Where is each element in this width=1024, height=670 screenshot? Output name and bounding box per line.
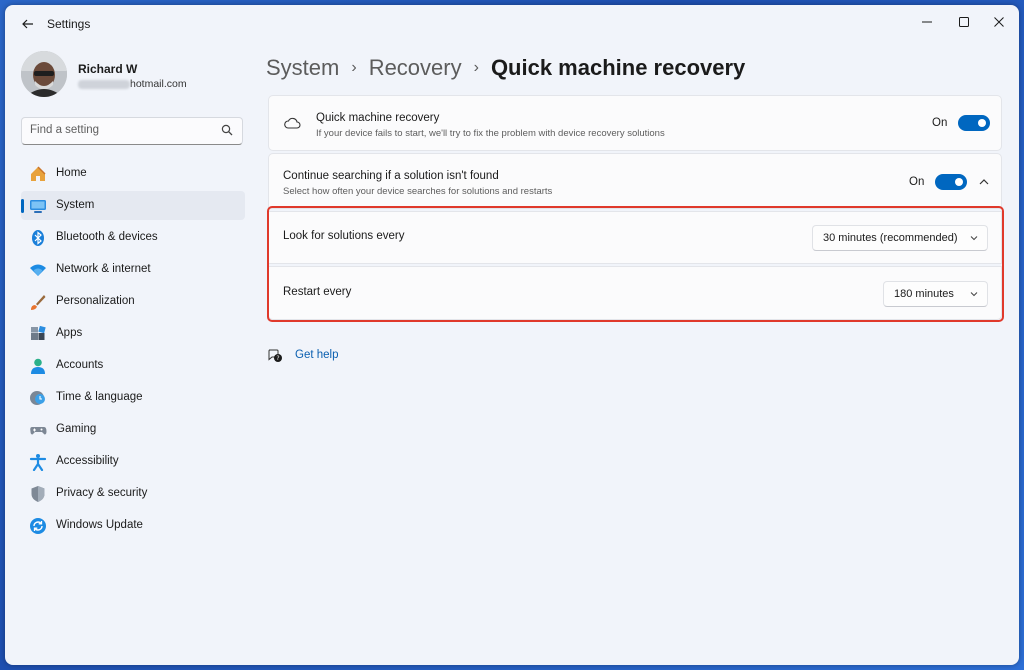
sidebar-item-label: System bbox=[56, 199, 95, 211]
sidebar-item-personalization[interactable]: Personalization bbox=[21, 287, 245, 316]
sidebar-item-accounts[interactable]: Accounts bbox=[21, 351, 245, 380]
qmr-toggle[interactable] bbox=[958, 115, 990, 131]
search-placeholder: Find a setting bbox=[30, 124, 100, 136]
sidebar-item-gaming[interactable]: Gaming bbox=[21, 415, 245, 444]
restart-every-label: Restart every bbox=[283, 286, 352, 298]
get-help-label: Get help bbox=[295, 349, 339, 361]
wifi-icon bbox=[30, 264, 46, 276]
minimize-button[interactable] bbox=[911, 9, 943, 35]
back-button[interactable] bbox=[19, 15, 37, 33]
qmr-toggle-state: On bbox=[932, 117, 948, 129]
sidebar-item-apps[interactable]: Apps bbox=[21, 319, 245, 348]
brush-icon bbox=[31, 295, 46, 310]
sidebar-item-label: Apps bbox=[56, 327, 83, 339]
controller-icon bbox=[30, 427, 47, 435]
sidebar-item-label: Privacy & security bbox=[56, 487, 148, 499]
sidebar-item-label: Accounts bbox=[56, 359, 104, 371]
chevron-up-icon[interactable] bbox=[978, 177, 990, 187]
look-for-solutions-label: Look for solutions every bbox=[283, 230, 405, 242]
sidebar-item-label: Network & internet bbox=[56, 263, 151, 275]
chevron-right-icon: › bbox=[351, 59, 357, 76]
sidebar-item-label: Personalization bbox=[56, 295, 135, 307]
shield-icon bbox=[31, 486, 45, 502]
help-chat-icon: ? bbox=[268, 349, 282, 362]
close-icon bbox=[994, 17, 1004, 27]
user-email: hotmail.com bbox=[78, 78, 187, 90]
maximize-button[interactable] bbox=[948, 9, 980, 35]
svg-text:?: ? bbox=[276, 355, 279, 362]
search-input[interactable]: Find a setting bbox=[21, 117, 243, 145]
cloud-icon bbox=[284, 117, 301, 129]
look-for-solutions-row: Look for solutions every 30 minutes (rec… bbox=[268, 211, 1002, 264]
sidebar-item-accessibility[interactable]: Accessibility bbox=[21, 447, 245, 476]
continue-subtitle: Select how often your device searches fo… bbox=[283, 186, 553, 197]
user-email-domain: hotmail.com bbox=[130, 78, 187, 90]
person-icon bbox=[31, 358, 45, 374]
maximize-icon bbox=[959, 17, 969, 27]
restart-every-row: Restart every 180 minutes bbox=[268, 266, 1002, 320]
restart-every-value: 180 minutes bbox=[894, 288, 954, 300]
sidebar-nav: Home System Bluetooth & devices Network … bbox=[21, 159, 245, 543]
sidebar-item-label: Bluetooth & devices bbox=[56, 231, 158, 243]
user-name: Richard W bbox=[78, 62, 138, 76]
breadcrumb: System › Recovery › Quick machine recove… bbox=[266, 51, 745, 85]
restart-every-dropdown[interactable]: 180 minutes bbox=[883, 281, 988, 307]
accessibility-icon bbox=[29, 454, 47, 471]
continue-title: Continue searching if a solution isn't f… bbox=[283, 170, 499, 182]
apps-icon bbox=[31, 325, 46, 340]
page-title: Quick machine recovery bbox=[490, 55, 746, 80]
get-help-link[interactable]: ? Get help bbox=[267, 345, 338, 365]
bluetooth-icon bbox=[32, 230, 44, 246]
app-title: Settings bbox=[47, 17, 91, 31]
system-icon bbox=[30, 200, 46, 213]
breadcrumb-system[interactable]: System bbox=[266, 55, 339, 81]
user-profile[interactable]: Richard W hotmail.com bbox=[21, 51, 241, 101]
chevron-down-icon bbox=[970, 292, 978, 297]
sidebar-item-network[interactable]: Network & internet bbox=[21, 255, 245, 284]
home-icon bbox=[31, 166, 46, 181]
sidebar-item-bluetooth[interactable]: Bluetooth & devices bbox=[21, 223, 245, 252]
clock-globe-icon bbox=[30, 391, 45, 405]
chevron-right-icon: › bbox=[473, 59, 479, 76]
title-bar: Settings bbox=[5, 5, 1019, 43]
arrow-left-icon bbox=[22, 19, 33, 29]
search-icon bbox=[221, 124, 233, 136]
sidebar-item-label: Windows Update bbox=[56, 519, 143, 531]
sidebar-item-label: Time & language bbox=[56, 391, 143, 403]
sidebar-item-label: Home bbox=[56, 167, 87, 179]
continue-toggle-state: On bbox=[909, 176, 925, 188]
qmr-subtitle: If your device fails to start, we'll try… bbox=[316, 128, 665, 139]
close-button[interactable] bbox=[983, 9, 1015, 35]
sidebar-item-time-language[interactable]: Time & language bbox=[21, 383, 245, 412]
sidebar-item-label: Gaming bbox=[56, 423, 97, 435]
look-for-solutions-dropdown[interactable]: 30 minutes (recommended) bbox=[812, 225, 988, 251]
breadcrumb-recovery[interactable]: Recovery bbox=[369, 55, 462, 81]
chevron-down-icon bbox=[970, 236, 978, 241]
sidebar-item-label: Accessibility bbox=[56, 455, 119, 467]
sidebar-item-privacy-security[interactable]: Privacy & security bbox=[21, 479, 245, 508]
sidebar-item-system[interactable]: System bbox=[21, 191, 245, 220]
update-icon bbox=[30, 518, 46, 534]
sidebar-item-home[interactable]: Home bbox=[21, 159, 245, 188]
look-for-solutions-value: 30 minutes (recommended) bbox=[823, 232, 958, 244]
continue-toggle[interactable] bbox=[935, 174, 967, 190]
quick-machine-recovery-card: Quick machine recovery If your device fa… bbox=[268, 95, 1002, 151]
sidebar-item-windows-update[interactable]: Windows Update bbox=[21, 511, 245, 540]
continue-searching-card: Continue searching if a solution isn't f… bbox=[268, 153, 1002, 209]
minimize-icon bbox=[922, 21, 932, 23]
avatar bbox=[21, 51, 67, 97]
qmr-title: Quick machine recovery bbox=[316, 112, 440, 124]
settings-window: Settings Richard W hotmail.com Find a se… bbox=[5, 5, 1019, 665]
redacted-email-part bbox=[78, 79, 130, 89]
